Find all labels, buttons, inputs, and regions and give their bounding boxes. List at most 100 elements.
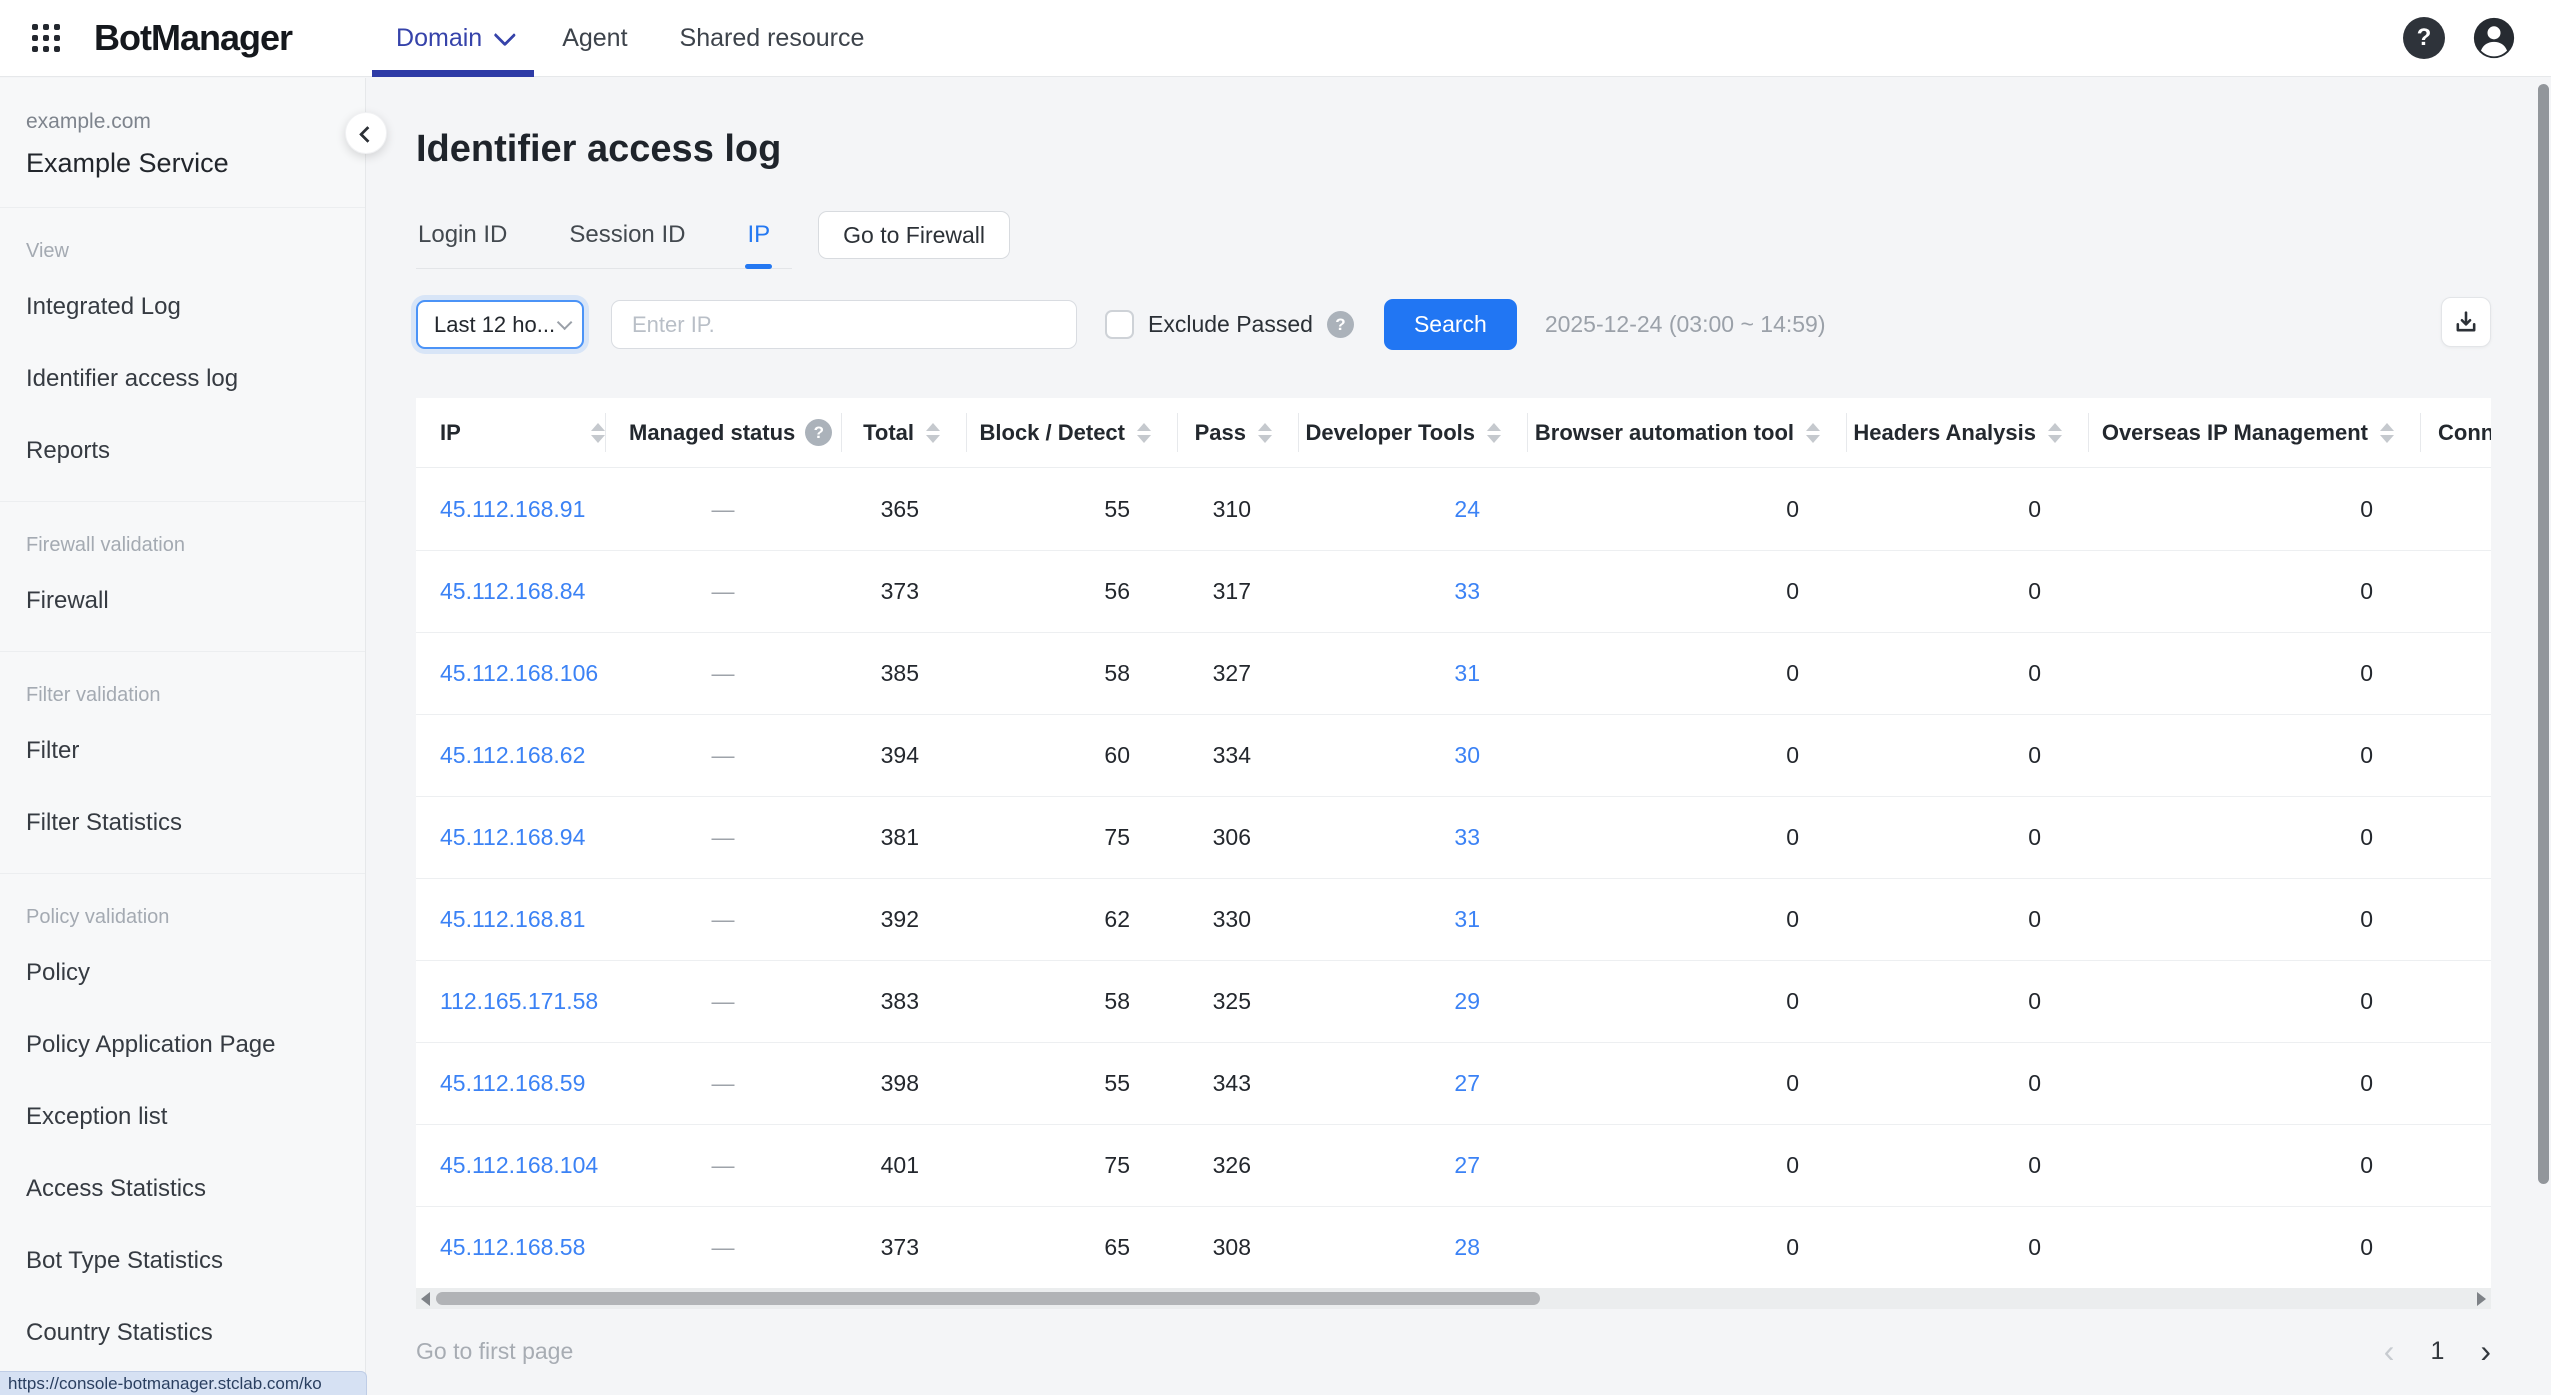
sidebar-item-policy-application-page[interactable]: Policy Application Page	[0, 1009, 365, 1081]
column-header-ip[interactable]: IP	[416, 398, 605, 467]
ip-link[interactable]: 45.112.168.81	[416, 879, 605, 960]
column-header-headers-analysis[interactable]: Headers Analysis	[1846, 398, 2088, 467]
column-header-total[interactable]: Total	[841, 398, 966, 467]
next-page-button[interactable]: ›	[2480, 1335, 2491, 1367]
cell-block: 58	[1104, 660, 1130, 686]
sort-arrows-icon[interactable]	[591, 422, 605, 443]
exclude-passed-checkbox[interactable]	[1105, 310, 1134, 339]
cell-connection	[2420, 1125, 2491, 1206]
cell-connection	[2420, 1207, 2491, 1288]
tab-login-id[interactable]: Login ID	[416, 211, 509, 269]
sidebar-section-firewall-validation: Firewall validation Firewall	[0, 501, 365, 651]
cell-browser_automation: 0	[1786, 906, 1799, 932]
sort-desc-icon	[2380, 434, 2394, 443]
account-avatar-icon[interactable]	[2471, 15, 2517, 61]
cell-total: 394	[880, 742, 919, 768]
scroll-left-arrow[interactable]	[421, 1292, 430, 1306]
nav-item-agent[interactable]: Agent	[536, 0, 653, 76]
sidebar-service-name[interactable]: Example Service	[26, 148, 339, 179]
sidebar-item-policy[interactable]: Policy	[0, 937, 365, 1009]
managed-status-help-icon[interactable]: ?	[805, 419, 833, 446]
horizontal-scrollbar-thumb[interactable]	[436, 1292, 1540, 1305]
column-header-developer-tools[interactable]: Developer Tools	[1298, 398, 1527, 467]
sort-arrows-icon[interactable]	[1806, 422, 1820, 443]
column-header-label: Managed status	[629, 419, 796, 445]
ip-link[interactable]: 112.165.171.58	[416, 961, 605, 1042]
scroll-right-arrow[interactable]	[2477, 1292, 2486, 1306]
sort-arrows-icon[interactable]	[1487, 422, 1501, 443]
ip-link[interactable]: 45.112.168.58	[416, 1207, 605, 1288]
cell-total: 365	[880, 495, 919, 522]
nav-item-domain[interactable]: Domain	[370, 0, 536, 77]
ip-search-input[interactable]	[611, 300, 1077, 349]
ip-link[interactable]: 45.112.168.84	[416, 551, 605, 632]
sidebar-item-exception-list[interactable]: Exception list	[0, 1081, 365, 1153]
sort-arrows-icon[interactable]	[1258, 422, 1272, 443]
sidebar-item-integrated-log[interactable]: Integrated Log	[0, 271, 365, 343]
nav-item-shared-resource[interactable]: Shared resource	[654, 0, 891, 76]
vertical-scrollbar-thumb[interactable]	[2538, 84, 2549, 1184]
column-header-label: IP	[440, 419, 461, 445]
cell-devtools[interactable]: 27	[1298, 1125, 1527, 1206]
sort-arrows-icon[interactable]	[926, 422, 940, 443]
pager: ‹ 1 ›	[2384, 1335, 2491, 1367]
column-header-label: Conn	[2438, 419, 2491, 445]
column-header-pass[interactable]: Pass	[1177, 398, 1298, 467]
sidebar-item-firewall[interactable]: Firewall	[0, 565, 365, 637]
search-button[interactable]: Search	[1383, 299, 1517, 350]
ip-link[interactable]: 45.112.168.104	[416, 1125, 605, 1206]
sort-arrows-icon[interactable]	[1137, 422, 1151, 443]
column-header-overseas-ip-management[interactable]: Overseas IP Management	[2088, 398, 2420, 467]
column-header-browser-automation-tool[interactable]: Browser automation tool	[1527, 398, 1846, 467]
ip-link[interactable]: 45.112.168.106	[416, 633, 605, 714]
cell-devtools[interactable]: 33	[1298, 551, 1527, 632]
cell-devtools[interactable]: 27	[1298, 1043, 1527, 1124]
cell-pass: 308	[1212, 1234, 1251, 1260]
cell-devtools[interactable]: 33	[1298, 797, 1527, 878]
tab-ip[interactable]: IP	[745, 211, 772, 269]
cell-devtools[interactable]: 31	[1298, 879, 1527, 960]
column-header-label: Pass	[1194, 419, 1246, 445]
cell-devtools[interactable]: 24	[1298, 468, 1527, 550]
go-to-first-page-button[interactable]: Go to first page	[416, 1338, 573, 1365]
period-select[interactable]: Last 12 ho...	[416, 300, 584, 349]
cell-total: 381	[880, 824, 919, 850]
sidebar-item-bot-type-statistics[interactable]: Bot Type Statistics	[0, 1225, 365, 1297]
table-row: 45.112.168.94 — 381 75 306 33 0 0 0	[416, 796, 2491, 878]
download-icon	[2456, 311, 2476, 332]
ip-link[interactable]: 45.112.168.91	[416, 468, 605, 550]
apps-grid-icon[interactable]	[32, 24, 60, 52]
chevron-left-icon	[358, 125, 376, 143]
tab-session-id[interactable]: Session ID	[567, 211, 687, 269]
cell-devtools[interactable]: 30	[1298, 715, 1527, 796]
cell-browser_automation: 0	[1786, 1152, 1799, 1178]
help-icon[interactable]: ?	[2403, 17, 2445, 59]
sidebar-item-filter[interactable]: Filter	[0, 715, 365, 787]
sort-asc-icon	[1806, 422, 1820, 431]
exclude-passed-help-icon[interactable]: ?	[1326, 311, 1354, 338]
cell-devtools[interactable]: 29	[1298, 961, 1527, 1042]
sort-arrows-icon[interactable]	[2380, 422, 2394, 443]
ip-link[interactable]: 45.112.168.62	[416, 715, 605, 796]
topbar-right: ?	[2403, 15, 2517, 61]
ip-link[interactable]: 45.112.168.59	[416, 1043, 605, 1124]
sidebar-item-country-statistics[interactable]: Country Statistics	[0, 1297, 365, 1369]
column-header-block-detect[interactable]: Block / Detect	[966, 398, 1177, 467]
cell-connection	[2420, 468, 2491, 550]
sidebar-item-filter-statistics[interactable]: Filter Statistics	[0, 787, 365, 859]
cell-browser_automation: 0	[1786, 1070, 1799, 1096]
current-page-number[interactable]: 1	[2430, 1337, 2444, 1366]
cell-devtools[interactable]: 31	[1298, 633, 1527, 714]
sidebar-item-access-statistics[interactable]: Access Statistics	[0, 1153, 365, 1225]
ip-link[interactable]: 45.112.168.94	[416, 797, 605, 878]
previous-page-button[interactable]: ‹	[2384, 1335, 2395, 1367]
column-header-label: Total	[863, 419, 914, 445]
sort-arrows-icon[interactable]	[2048, 422, 2062, 443]
sidebar-collapse-button[interactable]	[345, 112, 387, 154]
cell-devtools[interactable]: 28	[1298, 1207, 1527, 1288]
sort-desc-icon	[1258, 434, 1272, 443]
sidebar-item-reports[interactable]: Reports	[0, 415, 365, 487]
download-button[interactable]	[2441, 297, 2491, 347]
sidebar-item-identifier-access-log[interactable]: Identifier access log	[0, 343, 365, 415]
go-to-firewall-button[interactable]: Go to Firewall	[818, 211, 1011, 259]
